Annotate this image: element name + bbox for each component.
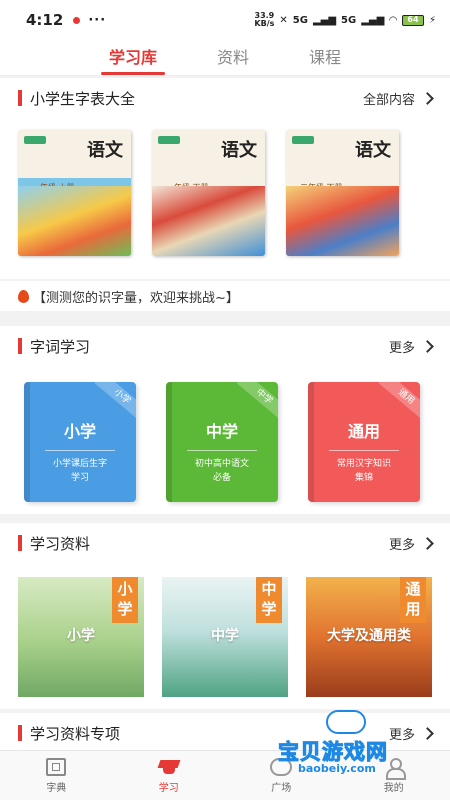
vocab-book-corner-label: 中学 (236, 382, 278, 422)
fire-icon (18, 289, 29, 303)
cover-illustration (152, 186, 265, 256)
chevron-right-icon (421, 91, 434, 105)
more-link[interactable]: 更多 (388, 337, 434, 356)
battery-icon: 64 (401, 14, 424, 26)
more-notifications-icon: ··· (88, 12, 107, 28)
material-vertical-label: 小学 (112, 577, 138, 623)
more-link[interactable]: 更多 (388, 534, 434, 553)
publisher-logo-icon (24, 136, 46, 144)
material-card-secondary[interactable]: 中学 中学 (162, 577, 288, 697)
publisher-logo-icon (292, 136, 314, 144)
vocab-book-name: 通用 (347, 422, 380, 441)
vocab-book-corner-label: 小学 (94, 382, 136, 422)
textbook-card[interactable]: 语文 一年级 下册 (152, 130, 265, 256)
section-header: 字词学习 更多 (0, 326, 450, 366)
status-bar: 4:12 ··· 33.9 KB/s ✕ 5G ▂▄▆ 5G ▂▄▆ ◠ 64 … (0, 0, 450, 40)
notification-dot-icon (73, 16, 81, 24)
section-title: 小学生字表大全 (30, 89, 136, 108)
status-time: 4:12 (26, 11, 64, 29)
section-accent-bar (18, 725, 22, 741)
textbook-title: 语文 (355, 140, 391, 161)
vocab-book-desc-line2: 学习 (70, 473, 89, 483)
study-materials-section: 学习资料 更多 小学 小学 中学 中学 通用 大学及通用类 (0, 523, 450, 709)
tab-courses[interactable]: 课程 (309, 40, 341, 75)
watermark-logo: 宝贝游戏网 baobeiy.com (268, 708, 428, 778)
character-chart-section: 小学生字表大全 全部内容 语文 一年级 上册 语文 一年级 下册 语文 二年级 … (0, 78, 450, 279)
all-content-label: 全部内容 (362, 92, 415, 108)
vocab-book-desc-line1: 小学课后生字 (52, 459, 107, 469)
wifi-icon: ◠ (389, 14, 397, 26)
nav-study[interactable]: 学习 (113, 751, 226, 800)
textbook-card[interactable]: 语文 二年级 下册 (286, 130, 399, 256)
textbook-list: 语文 一年级 上册 语文 一年级 下册 语文 二年级 下册 (0, 118, 450, 256)
material-card-general[interactable]: 通用 大学及通用类 (306, 577, 432, 697)
textbook-title: 语文 (221, 140, 257, 161)
literacy-challenge-banner[interactable]: 【测测您的识字量，欢迎来挑战~】 (0, 281, 450, 311)
textbook-title: 语文 (87, 140, 123, 161)
signal-1-label: 5G (292, 14, 308, 26)
watermark-url: baobeiy.com (298, 762, 376, 775)
cover-illustration (286, 186, 399, 256)
signal-bars-icon-2: ▂▄▆ (361, 14, 385, 26)
mute-icon: ✕ (279, 14, 288, 26)
vocab-book-desc-line2: 集锦 (354, 473, 373, 483)
network-speed-unit: KB/s (254, 19, 275, 28)
nav-dictionary[interactable]: 字典 (0, 751, 113, 800)
vocab-book-secondary[interactable]: 中学 中学 初中高中语文 必备 (166, 382, 278, 502)
vocab-book-desc-line1: 初中高中语文 (194, 459, 249, 469)
gamepad-icon (326, 710, 366, 734)
section-header: 学习资料 更多 (0, 523, 450, 563)
dictionary-icon (46, 757, 67, 776)
section-title: 学习资料专项 (30, 724, 121, 743)
section-title: 学习资料 (30, 534, 91, 553)
network-speed: 33.9 KB/s (254, 12, 274, 28)
vocab-book-corner-label: 通用 (378, 382, 420, 422)
publisher-logo-icon (158, 136, 180, 144)
challenge-text: 【测测您的识字量，欢迎来挑战~】 (33, 290, 239, 306)
status-right: 33.9 KB/s ✕ 5G ▂▄▆ 5G ▂▄▆ ◠ 64 ⚡ (254, 12, 436, 28)
vocab-book-name: 中学 (205, 422, 238, 441)
section-accent-bar (18, 338, 22, 354)
vocab-book-list: 小学 小学 小学课后生字 学习 中学 中学 初中高中语文 必备 通用 通用 常用… (0, 366, 450, 502)
tab-study-library[interactable]: 学习库 (100, 40, 166, 75)
section-title: 字词学习 (30, 337, 91, 356)
cover-illustration (18, 186, 131, 256)
more-label: 更多 (388, 340, 415, 356)
vocab-book-desc-line1: 常用汉字知识 (336, 459, 391, 469)
vocab-book-general[interactable]: 通用 通用 常用汉字知识 集锦 (308, 382, 420, 502)
materials-list: 小学 小学 中学 中学 通用 大学及通用类 (0, 563, 450, 697)
nav-label: 广场 (271, 782, 292, 794)
all-content-link[interactable]: 全部内容 (362, 89, 434, 108)
chevron-right-icon (421, 536, 434, 550)
graduation-cap-icon (157, 758, 181, 776)
vocab-book-desc-line2: 必备 (212, 473, 231, 483)
nav-label: 我的 (383, 782, 404, 794)
signal-2-label: 5G (341, 14, 357, 26)
signal-bars-icon: ▂▄▆ (312, 14, 337, 26)
section-header: 小学生字表大全 全部内容 (0, 78, 450, 118)
tab-materials[interactable]: 资料 (217, 40, 249, 75)
material-center-label: 中学 (211, 628, 239, 644)
more-label: 更多 (388, 537, 415, 553)
vocab-book-primary[interactable]: 小学 小学 小学课后生字 学习 (24, 382, 136, 502)
charging-icon: ⚡ (428, 14, 436, 26)
section-accent-bar (18, 535, 22, 551)
material-vertical-label: 中学 (256, 577, 282, 623)
material-center-label: 小学 (67, 628, 95, 644)
material-vertical-label: 通用 (400, 577, 426, 623)
vocab-study-section: 字词学习 更多 小学 小学 小学课后生字 学习 中学 中学 初中高中语文 必备 … (0, 326, 450, 514)
material-center-label: 大学及通用类 (327, 628, 411, 644)
material-card-primary[interactable]: 小学 小学 (18, 577, 144, 697)
top-tab-bar: 学习库 资料 课程 (0, 40, 450, 76)
textbook-card[interactable]: 语文 一年级 上册 (18, 130, 131, 256)
vocab-book-name: 小学 (63, 422, 96, 441)
nav-label: 字典 (46, 782, 67, 794)
chevron-right-icon (421, 339, 434, 353)
section-accent-bar (18, 90, 22, 106)
nav-label: 学习 (158, 782, 179, 794)
